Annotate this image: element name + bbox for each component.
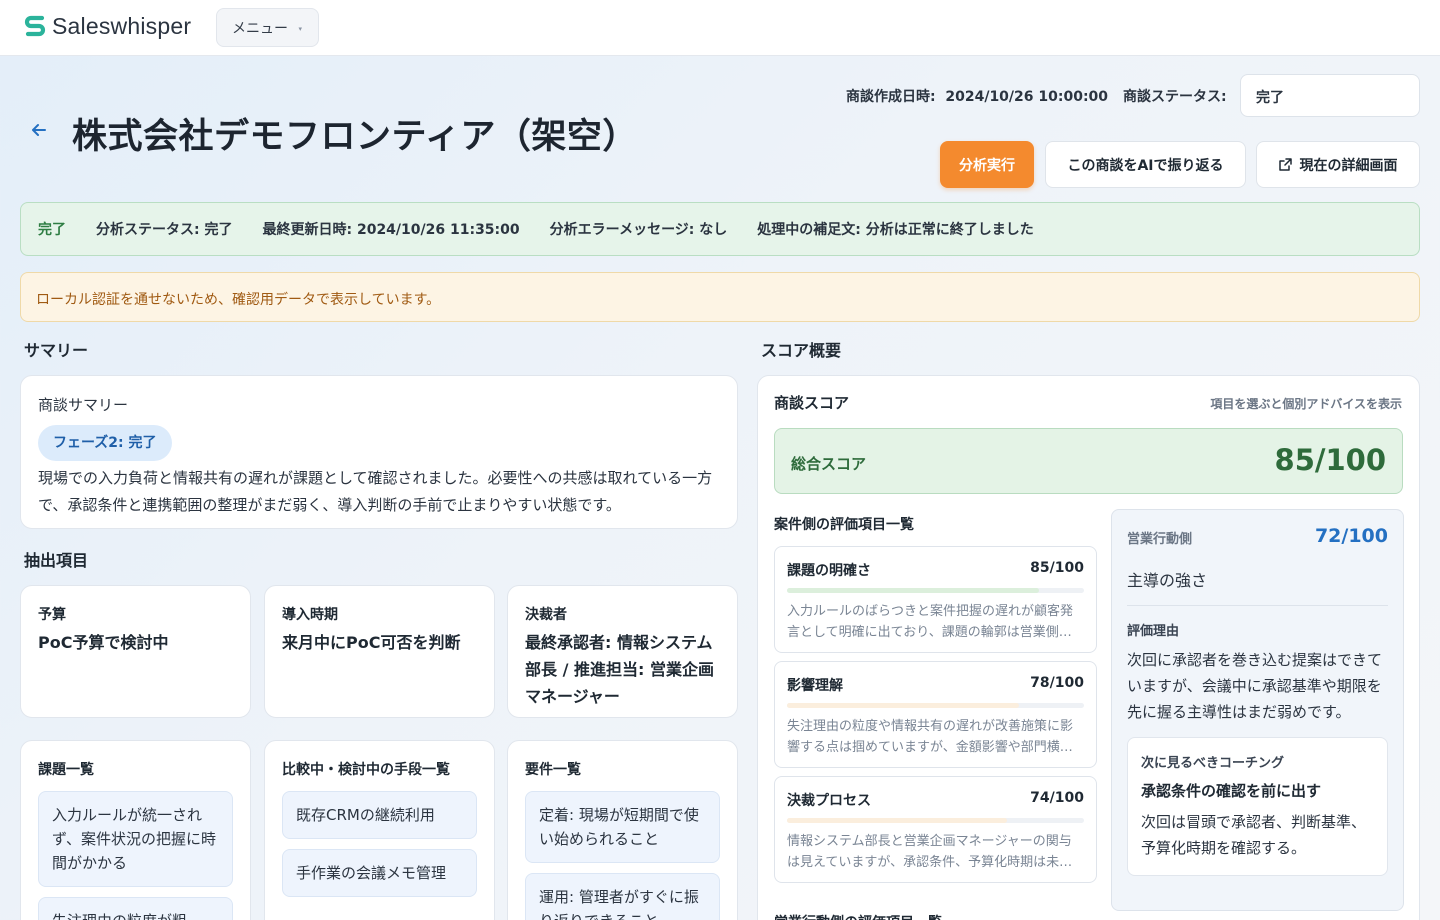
list-item[interactable]: 運用: 管理者がすぐに振り返りできること xyxy=(525,873,720,920)
list-item[interactable]: 既存CRMの継続利用 xyxy=(282,791,477,839)
eval-progress-fill xyxy=(787,818,1007,823)
extract-value: PoC予算で検討中 xyxy=(38,633,169,652)
sales-action-panel: 営業行動側 72/100 主導の強さ 評価理由 次回に承認者を巻き込む提案はでき… xyxy=(1111,509,1404,911)
alternatives-list-card: 比較中・検討中の手段一覧 既存CRMの継続利用 手作業の会議メモ管理 xyxy=(264,740,495,920)
created-label: 商談作成日時: xyxy=(846,89,936,105)
coaching-title: 承認条件の確認を前に出す xyxy=(1141,782,1322,800)
summary-text: 現場での入力負荷と情報共有の遅れが課題として確認されました。必要性への共感は取れ… xyxy=(38,469,713,514)
page-title: 株式会社デモフロンティア（架空） xyxy=(72,117,638,157)
extract-value: 最終承認者: 情報システム部長 / 推進担当: 営業企画マネージャー xyxy=(525,633,714,706)
saleswhisper-logo-icon xyxy=(24,15,46,36)
status-label: 商談ステータス: xyxy=(1123,89,1227,105)
summary-label: 商談サマリー xyxy=(38,396,129,414)
error-message: 分析エラーメッセージ: なし xyxy=(549,222,728,238)
extract-value: 来月中にPoC可否を判断 xyxy=(282,633,461,652)
eval-progress-track xyxy=(787,588,1084,593)
menu-label: メニュー xyxy=(232,20,288,37)
eval-score: 85/100 xyxy=(1030,560,1084,576)
extract-label: 導入時期 xyxy=(282,607,338,623)
eval-desc: 入力ルールのばらつきと案件把握の遅れが顧客発言として明確に出ており、課題の輪郭は… xyxy=(787,604,1074,640)
eval-item-clarity[interactable]: 課題の明確さ 85/100 入力ルールのばらつきと案件把握の遅れが顧客発言として… xyxy=(774,546,1097,653)
extract-card-timing: 導入時期 来月中にPoC可否を判断 xyxy=(264,585,495,718)
sales-subtitle: 主導の強さ xyxy=(1127,567,1388,606)
app-name: Saleswhisper xyxy=(52,13,192,39)
issue-list-card: 課題一覧 入力ルールが統一されず、案件状況の把握に時間がかかる 失注理由の粒度が… xyxy=(20,740,251,920)
extraction-heading: 抽出項目 xyxy=(24,551,89,570)
summary-heading: サマリー xyxy=(24,341,89,360)
list-title: 課題一覧 xyxy=(38,762,94,778)
analysis-status: 分析ステータス: 完了 xyxy=(96,222,233,238)
list-title: 要件一覧 xyxy=(525,762,581,778)
processing-note: 処理中の補足文: 分析は正常に終了しました xyxy=(757,222,1034,238)
list-item[interactable]: 手作業の会議メモ管理 xyxy=(282,849,477,897)
score-hint: 項目を選ぶと個別アドバイスを表示 xyxy=(1210,397,1402,411)
analyze-button[interactable]: 分析実行 xyxy=(940,141,1034,188)
list-title: 比較中・検討中の手段一覧 xyxy=(282,762,450,778)
extract-label: 決裁者 xyxy=(525,607,567,623)
eval-progress-track xyxy=(787,703,1084,708)
eval-progress-track xyxy=(787,818,1084,823)
eval-progress-fill xyxy=(787,588,1040,593)
external-link-icon xyxy=(1278,158,1292,171)
extract-card-decision-maker: 決裁者 最終承認者: 情報システム部長 / 推進担当: 営業企画マネージャー xyxy=(507,585,738,718)
sales-eval-list-title: 営業行動側の評価項目一覧 xyxy=(774,912,942,920)
eval-progress-fill xyxy=(787,703,1019,708)
eval-item-impact[interactable]: 影響理解 78/100 失注理由の粒度や情報共有の遅れが改善施策に影響する点は掴… xyxy=(774,661,1097,768)
score-heading: スコア概要 xyxy=(761,341,842,360)
reason-label: 評価理由 xyxy=(1127,624,1180,639)
total-score-label: 総合スコア xyxy=(791,455,867,473)
app-logo[interactable]: Saleswhisper xyxy=(24,13,191,40)
summary-card: 商談サマリー フェーズ2: 完了 現場での入力負荷と情報共有の遅れが課題として確… xyxy=(20,375,738,529)
menu-button[interactable]: メニュー ▾ xyxy=(216,8,319,47)
extract-label: 予算 xyxy=(38,607,66,623)
list-item[interactable]: 失注理由の粒度が粗 xyxy=(38,897,233,920)
phase-badge: フェーズ2: 完了 xyxy=(38,425,172,461)
last-updated: 最終更新日時: 2024/10/26 11:35:00 xyxy=(262,222,520,238)
created-value: 2024/10/26 10:00:00 xyxy=(945,89,1109,105)
eval-item-decision-process[interactable]: 決裁プロセス 74/100 情報システム部長と営業企画マネージャーの関与は見えて… xyxy=(774,776,1097,883)
total-score-value: 85/100 xyxy=(1274,443,1386,477)
status-select[interactable]: 完了 xyxy=(1240,74,1420,117)
eval-score: 78/100 xyxy=(1030,675,1084,691)
list-item[interactable]: 入力ルールが統一されず、案件状況の把握に時間がかかる xyxy=(38,791,233,887)
analysis-status-bar: 完了 分析ステータス: 完了 最終更新日時: 2024/10/26 11:35:… xyxy=(20,202,1420,256)
detail-view-button[interactable]: 現在の詳細画面 xyxy=(1256,141,1420,188)
top-bar: Saleswhisper メニュー ▾ xyxy=(0,0,1440,56)
sales-score: 72/100 xyxy=(1314,525,1388,547)
list-item[interactable]: 定着: 現場が短期間で使い始められること xyxy=(525,791,720,863)
created-datetime: 商談作成日時: 2024/10/26 10:00:00 xyxy=(846,86,1108,106)
notice-banner: ローカル認証を通せないため、確認用データで表示しています。 xyxy=(20,272,1420,322)
eval-list-title: 案件側の評価項目一覧 xyxy=(774,517,914,533)
coaching-label: 次に見るべきコーチング xyxy=(1141,756,1285,771)
eval-desc: 情報システム部長と営業企画マネージャーの関与は見えていますが、承認条件、予算化時… xyxy=(787,834,1073,870)
chevron-down-icon: ▾ xyxy=(298,25,302,33)
eval-score: 74/100 xyxy=(1030,790,1084,806)
coaching-card: 次に見るべきコーチング 承認条件の確認を前に出す 次回は冒頭で承認者、判断基準、… xyxy=(1127,737,1388,876)
reason-text: 次回に承認者を巻き込む提案はできていますが、会議中に承認基準や期限を先に握る主導… xyxy=(1127,651,1383,721)
coaching-text: 次回は冒頭で承認者、判断基準、予算化時期を確認する。 xyxy=(1141,813,1367,857)
detail-view-label: 現在の詳細画面 xyxy=(1299,157,1398,174)
requirements-list-card: 要件一覧 定着: 現場が短期間で使い始められること 運用: 管理者がすぐに振り返… xyxy=(507,740,738,920)
extract-card-budget: 予算 PoC予算で検討中 xyxy=(20,585,251,718)
back-arrow-icon[interactable] xyxy=(30,121,48,139)
score-card: 商談スコア 項目を選ぶと個別アドバイスを表示 総合スコア 85/100 案件側の… xyxy=(757,375,1420,920)
status-state: 完了 xyxy=(38,222,66,238)
total-score: 総合スコア 85/100 xyxy=(774,428,1403,494)
ai-review-button[interactable]: この商談をAIで振り返る xyxy=(1045,141,1246,188)
eval-desc: 失注理由の粒度や情報共有の遅れが改善施策に影響する点は掴めていますが、金額影響や… xyxy=(787,719,1074,755)
